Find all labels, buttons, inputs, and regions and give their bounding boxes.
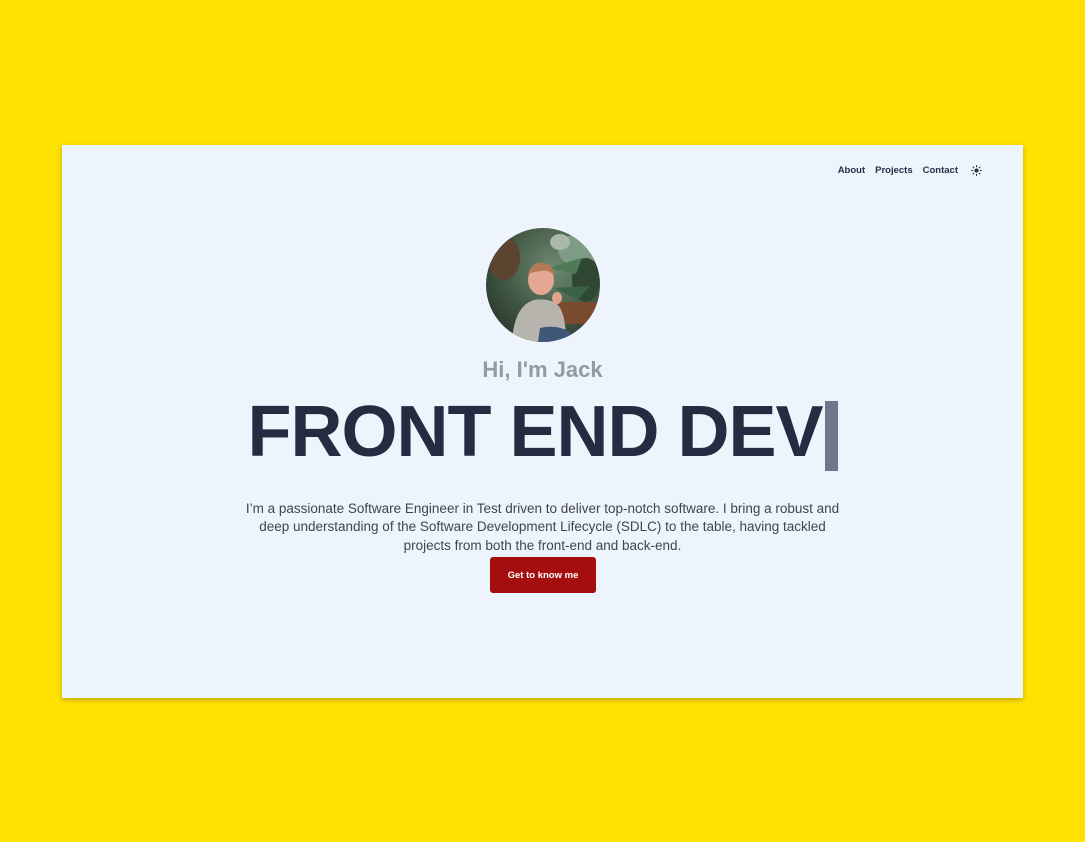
get-to-know-me-button[interactable]: Get to know me <box>490 557 596 593</box>
nav-link-projects[interactable]: Projects <box>875 165 913 176</box>
headline-text: FRONT END DEV <box>247 392 823 472</box>
headline: FRONT END DEV <box>62 393 1023 471</box>
nav-link-about[interactable]: About <box>838 165 865 176</box>
greeting: Hi, I'm Jack <box>482 357 603 382</box>
typing-cursor <box>824 401 838 471</box>
bio-paragraph: I’m a passionate Software Engineer in Te… <box>245 500 840 553</box>
portfolio-page: About Projects Contact Hi, I'm Jack FRON… <box>62 145 1023 698</box>
profile-photo <box>486 228 600 342</box>
sun-icon <box>970 164 982 176</box>
top-nav: About Projects Contact <box>838 163 983 177</box>
theme-toggle-button[interactable] <box>969 163 983 177</box>
nav-link-contact[interactable]: Contact <box>923 165 958 176</box>
avatar <box>486 228 600 342</box>
